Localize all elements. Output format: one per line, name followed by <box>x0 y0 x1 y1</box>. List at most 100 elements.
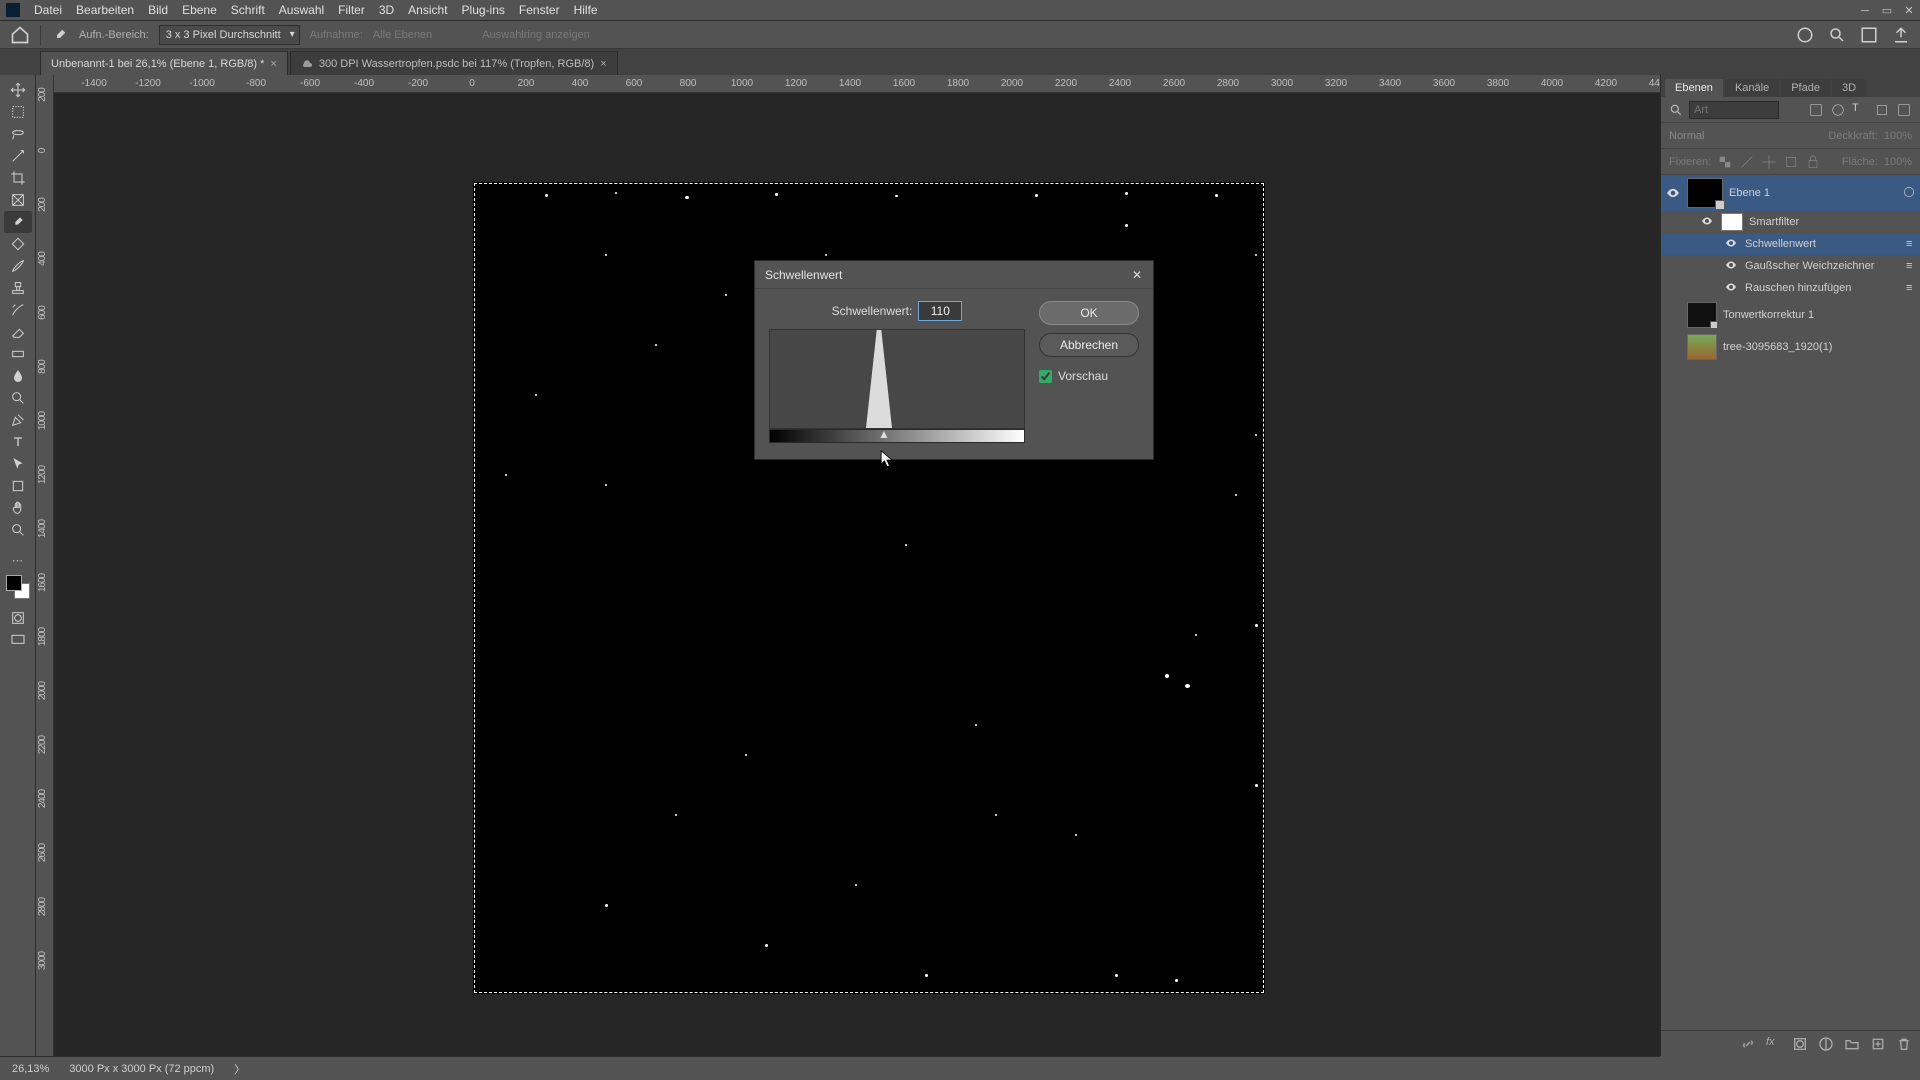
stamp-tool[interactable] <box>4 277 32 299</box>
layer-name[interactable]: Ebene 1 <box>1729 187 1770 199</box>
filter-adjust-icon[interactable] <box>1830 102 1846 118</box>
window-maximize-button[interactable]: ▭ <box>1876 0 1898 21</box>
layer-row[interactable]: tree-3095683_1920(1) <box>1661 331 1920 363</box>
document-tab-inactive[interactable]: 300 DPI Wassertropfen.psdc bei 117% (Tro… <box>290 51 618 75</box>
history-brush-tool[interactable] <box>4 299 32 321</box>
edit-toolbar-button[interactable]: ⋯ <box>4 549 32 571</box>
tab-pfade[interactable]: Pfade <box>1781 79 1830 97</box>
share-icon[interactable] <box>1892 26 1910 44</box>
menu-ansicht[interactable]: Ansicht <box>408 3 447 17</box>
sample-range-select[interactable]: 3 x 3 Pixel Durchschnitt <box>159 25 300 45</box>
filter-blend-icon[interactable]: ≡ <box>1906 238 1920 250</box>
lock-nested-icon[interactable] <box>1783 154 1799 170</box>
document-info[interactable]: 3000 Px x 3000 Px (72 ppcm) <box>69 1063 214 1075</box>
menu-filter[interactable]: Filter <box>338 3 365 17</box>
filter-row[interactable]: Gaußscher Weichzeichner ≡ <box>1661 255 1920 277</box>
filter-blend-icon[interactable]: ≡ <box>1906 282 1920 294</box>
gradient-tool[interactable] <box>4 343 32 365</box>
visibility-toggle[interactable] <box>1725 259 1739 274</box>
filter-shape-icon[interactable] <box>1874 102 1890 118</box>
visibility-toggle[interactable] <box>1665 307 1681 323</box>
lasso-tool[interactable] <box>4 123 32 145</box>
layer-fx-icon[interactable]: fx <box>1766 1036 1782 1052</box>
blend-mode-select[interactable]: Normal <box>1669 130 1704 142</box>
new-group-icon[interactable] <box>1844 1036 1860 1052</box>
visibility-toggle[interactable] <box>1725 281 1739 296</box>
brush-tool[interactable] <box>4 255 32 277</box>
wand-tool[interactable] <box>4 145 32 167</box>
dodge-tool[interactable] <box>4 387 32 409</box>
filter-blend-icon[interactable]: ≡ <box>1906 260 1920 272</box>
zoom-tool[interactable] <box>4 519 32 541</box>
eyedropper-tool[interactable] <box>4 211 32 233</box>
menu-bild[interactable]: Bild <box>148 3 168 17</box>
filter-smart-icon[interactable] <box>1896 102 1912 118</box>
hand-tool[interactable] <box>4 497 32 519</box>
layer-thumbnail[interactable] <box>1687 302 1717 328</box>
screenmode-button[interactable] <box>4 629 32 651</box>
threshold-value-input[interactable] <box>918 301 962 321</box>
cloud-docs-icon[interactable] <box>1796 26 1814 44</box>
menu-hilfe[interactable]: Hilfe <box>574 3 598 17</box>
move-tool[interactable] <box>4 79 32 101</box>
visibility-toggle[interactable] <box>1725 237 1739 252</box>
menu-ebene[interactable]: Ebene <box>182 3 217 17</box>
layer-mask-icon[interactable] <box>1792 1036 1808 1052</box>
histogram-slider[interactable]: ▲ <box>769 429 1025 443</box>
pen-tool[interactable] <box>4 409 32 431</box>
layer-name[interactable]: tree-3095683_1920(1) <box>1723 341 1832 353</box>
dialog-close-button[interactable]: ✕ <box>1127 265 1147 285</box>
visibility-toggle[interactable] <box>1701 215 1715 230</box>
layer-row[interactable]: Tonwertkorrektur 1 <box>1661 299 1920 331</box>
visibility-toggle[interactable] <box>1665 185 1681 201</box>
dialog-title-bar[interactable]: Schwellenwert ✕ <box>755 261 1153 289</box>
preview-checkbox[interactable] <box>1039 370 1052 383</box>
zoom-level[interactable]: 26,13% <box>12 1063 49 1075</box>
smart-filter-toggle-icon[interactable] <box>1902 185 1916 202</box>
delete-layer-icon[interactable] <box>1896 1036 1912 1052</box>
healing-tool[interactable] <box>4 233 32 255</box>
filter-row[interactable]: Rauschen hinzufügen ≡ <box>1661 277 1920 299</box>
lock-all-icon[interactable] <box>1805 154 1821 170</box>
filter-type-icon[interactable]: T <box>1852 102 1868 118</box>
window-close-button[interactable]: ✕ <box>1898 0 1920 21</box>
layer-name[interactable]: Tonwertkorrektur 1 <box>1723 309 1814 321</box>
quickmask-button[interactable] <box>4 607 32 629</box>
smartfilter-header[interactable]: Smartfilter <box>1661 211 1920 233</box>
tab-3d[interactable]: 3D <box>1832 79 1866 97</box>
lock-brush-icon[interactable] <box>1739 154 1755 170</box>
menu-datei[interactable]: Datei <box>34 3 62 17</box>
filter-row[interactable]: Schwellenwert ≡ <box>1661 233 1920 255</box>
shape-tool[interactable] <box>4 475 32 497</box>
blur-tool[interactable] <box>4 365 32 387</box>
link-layers-icon[interactable] <box>1740 1036 1756 1052</box>
layer-search-input[interactable] <box>1689 101 1779 119</box>
new-layer-icon[interactable] <box>1870 1036 1886 1052</box>
visibility-toggle[interactable] <box>1665 339 1681 355</box>
lock-position-icon[interactable] <box>1761 154 1777 170</box>
lock-transparency-icon[interactable] <box>1717 154 1733 170</box>
path-select-tool[interactable] <box>4 453 32 475</box>
opacity-value[interactable]: 100% <box>1884 130 1912 142</box>
menu-auswahl[interactable]: Auswahl <box>279 3 324 17</box>
status-flyout-icon[interactable]: 〉 <box>234 1061 245 1077</box>
close-tab-icon[interactable]: × <box>600 58 606 70</box>
marquee-tool[interactable] <box>4 101 32 123</box>
fill-value[interactable]: 100% <box>1884 156 1912 168</box>
frame-tool[interactable] <box>4 189 32 211</box>
menu-schrift[interactable]: Schrift <box>231 3 265 17</box>
layer-thumbnail[interactable] <box>1687 334 1717 360</box>
ok-button[interactable]: OK <box>1039 301 1139 325</box>
canvas-area[interactable] <box>54 93 1660 1056</box>
preview-checkbox-label[interactable]: Vorschau <box>1039 369 1139 383</box>
menu-fenster[interactable]: Fenster <box>519 3 560 17</box>
document-tab-active[interactable]: Unbenannt-1 bei 26,1% (Ebene 1, RGB/8) *… <box>40 51 288 75</box>
layer-thumbnail[interactable] <box>1687 178 1723 208</box>
workspace-icon[interactable] <box>1860 26 1878 44</box>
menu-3d[interactable]: 3D <box>379 3 394 17</box>
filter-pixel-icon[interactable] <box>1808 102 1824 118</box>
menu-plugins[interactable]: Plug-ins <box>462 3 505 17</box>
tab-kanaele[interactable]: Kanäle <box>1725 79 1779 97</box>
layer-row[interactable]: Ebene 1 <box>1661 175 1920 211</box>
type-tool[interactable] <box>4 431 32 453</box>
